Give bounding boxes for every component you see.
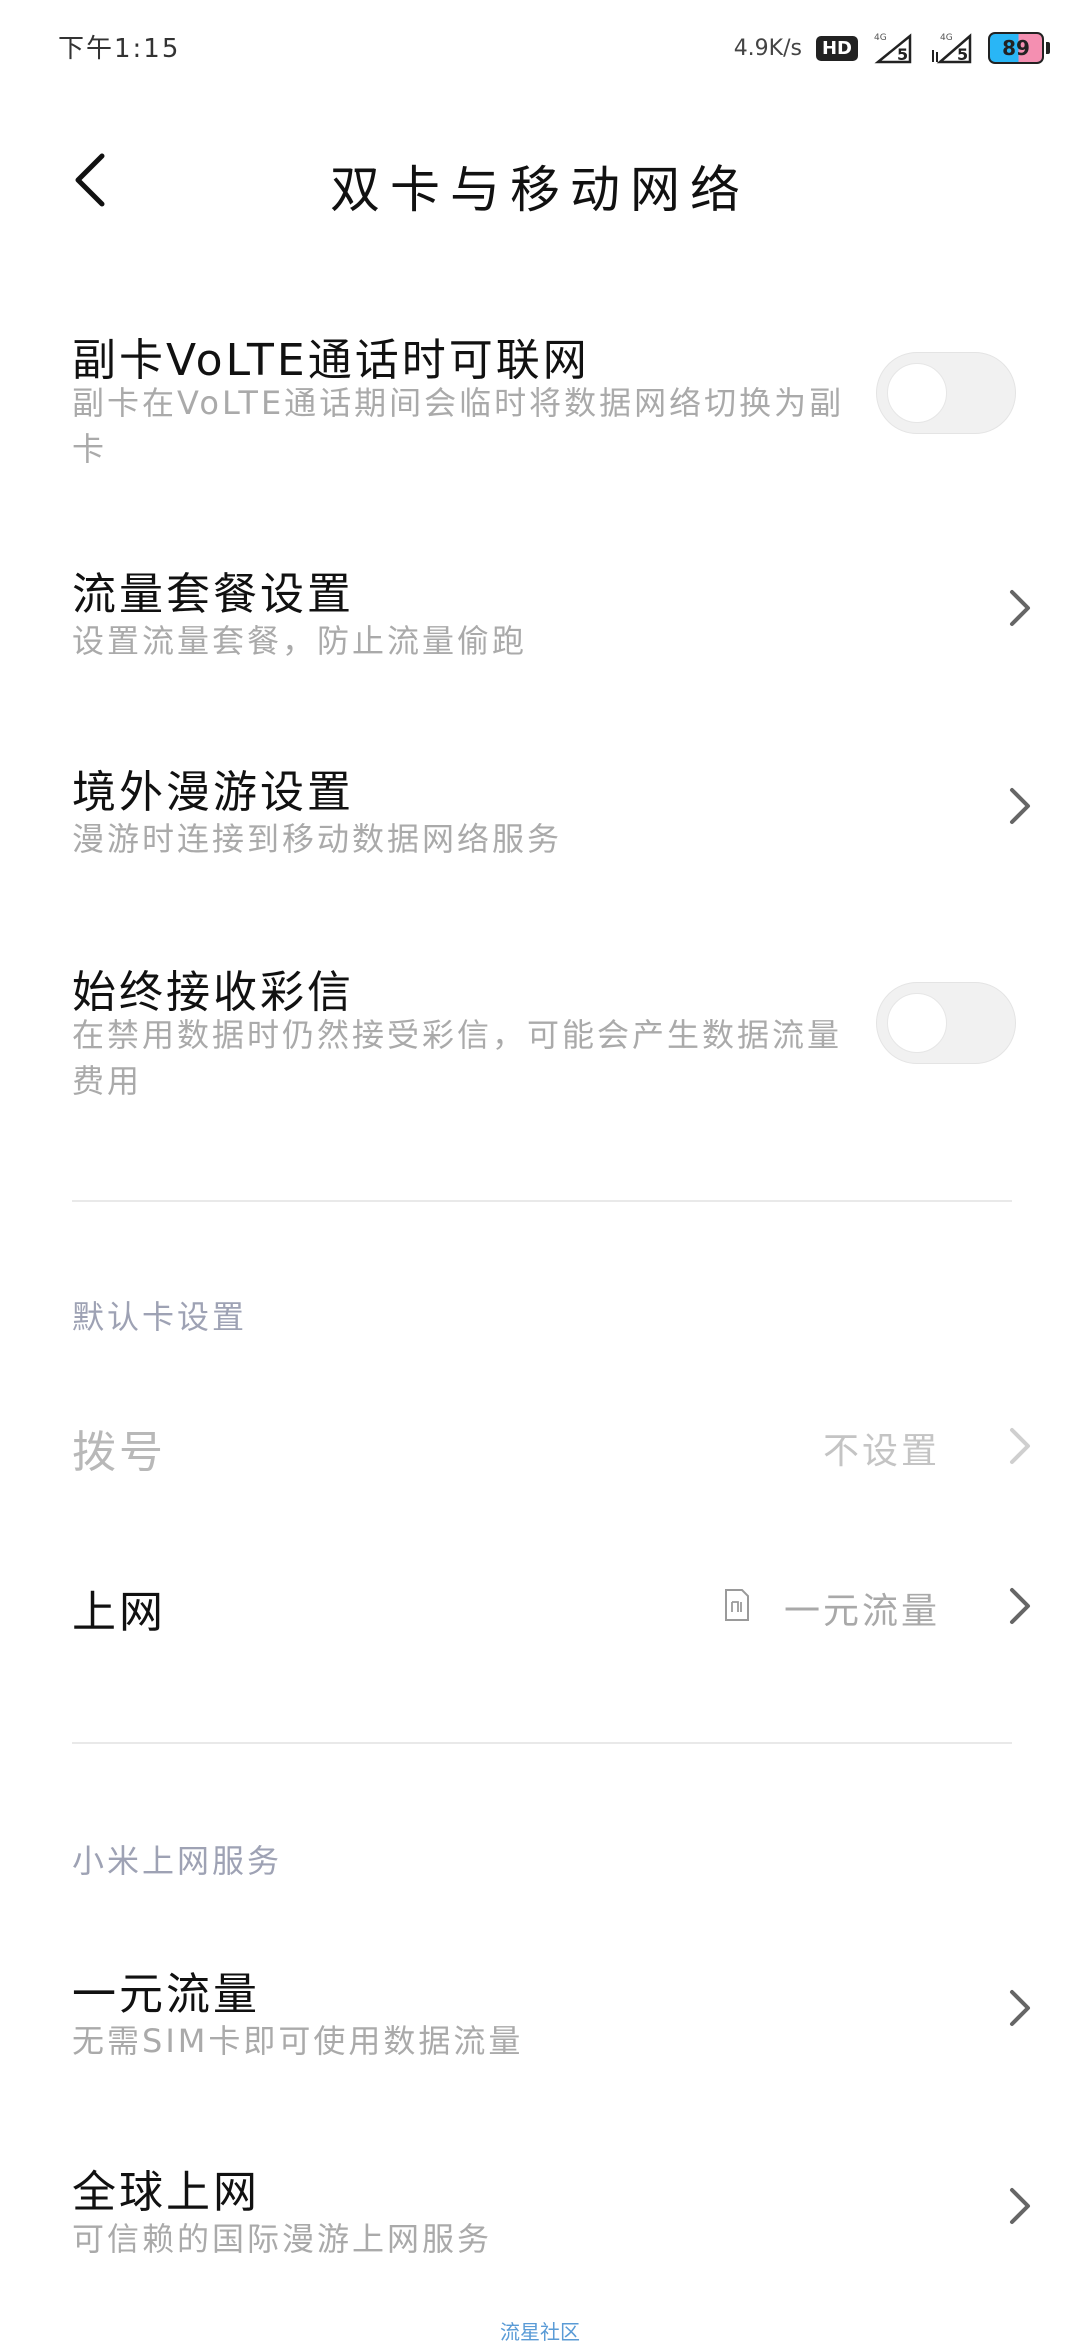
section-header-default-card: 默认卡设置 (72, 1298, 248, 1336)
watermark: 流星社区 (500, 2320, 580, 2344)
setting-dial-label: 拨号 (72, 1427, 166, 1478)
setting-internet-label: 上网 (72, 1587, 166, 1638)
chevron-right-icon (1000, 778, 1040, 834)
setting-roaming-subtitle: 漫游时连接到移动数据网络服务 (72, 820, 563, 858)
setting-one-yuan-title: 一元流量 (72, 1969, 260, 2020)
setting-mms-title: 始终接收彩信 (72, 967, 354, 1018)
setting-internet-value: 一元流量 (783, 1591, 940, 1632)
setting-roaming-title: 境外漫游设置 (72, 767, 354, 818)
volte-data-toggle[interactable] (876, 352, 1016, 434)
setting-global-title: 全球上网 (72, 2167, 260, 2218)
setting-data-plan-subtitle: 设置流量套餐，防止流量偷跑 (72, 622, 528, 660)
status-time: 下午1:15 (58, 34, 181, 64)
setting-global-internet[interactable]: 全球上网 可信赖的国际漫游上网服务 (0, 2148, 1080, 2268)
section-header-xiaomi-service: 小米上网服务 (72, 1842, 283, 1880)
sim2-signal-level: 5 (957, 45, 968, 64)
chevron-right-icon (1000, 580, 1040, 636)
battery-icon: 89 (988, 32, 1044, 64)
chevron-right-icon (1000, 2178, 1040, 2234)
sim1-signal-icon: 4G 5 (872, 30, 916, 66)
setting-data-plan[interactable]: 流量套餐设置 设置流量套餐，防止流量偷跑 (0, 550, 1080, 670)
setting-internet-card[interactable]: 上网 一元流量 (0, 1560, 1080, 1650)
status-bar: 下午1:15 4.9K/s HD 4G 5 4G 5 89 (0, 0, 1080, 96)
setting-volte-data-subtitle: 副卡在VoLTE通话期间会临时将数据网络切换为副卡 (72, 384, 845, 468)
chevron-right-icon (1000, 1980, 1040, 2036)
sim2-signal-icon: 4G 5 (930, 30, 974, 66)
setting-mms[interactable]: 始终接收彩信 在禁用数据时仍然接受彩信，可能会产生数据流量费用 (0, 942, 1080, 1112)
network-speed: 4.9K/s (733, 35, 802, 61)
chevron-right-icon (1000, 1578, 1040, 1634)
setting-mms-subtitle: 在禁用数据时仍然接受彩信，可能会产生数据流量费用 (72, 1016, 843, 1100)
page-header: 双卡与移动网络 (0, 120, 1080, 240)
page-title: 双卡与移动网络 (330, 161, 750, 219)
setting-one-yuan-subtitle: 无需SIM卡即可使用数据流量 (72, 2022, 524, 2060)
sim1-network-label: 4G (874, 33, 887, 43)
setting-dial-card[interactable]: 拨号 不设置 (0, 1400, 1080, 1490)
setting-dial-value: 不设置 (822, 1431, 940, 1472)
setting-volte-data-title: 副卡VoLTE通话时可联网 (72, 335, 590, 386)
sim1-signal-level: 5 (897, 45, 908, 64)
toggle-knob (887, 993, 947, 1053)
setting-data-plan-title: 流量套餐设置 (72, 569, 354, 620)
section-divider (72, 1742, 1012, 1744)
setting-global-subtitle: 可信赖的国际漫游上网服务 (72, 2220, 493, 2258)
section-divider (72, 1200, 1012, 1202)
toggle-knob (887, 363, 947, 423)
battery-level: 89 (1002, 36, 1030, 60)
status-icons: 4.9K/s HD 4G 5 4G 5 89 (734, 28, 1050, 68)
setting-roaming[interactable]: 境外漫游设置 漫游时连接到移动数据网络服务 (0, 748, 1080, 868)
sim2-network-label: 4G (940, 33, 953, 43)
battery-tip (1046, 42, 1050, 54)
mms-toggle[interactable] (876, 982, 1016, 1064)
setting-one-yuan-data[interactable]: 一元流量 无需SIM卡即可使用数据流量 (0, 1950, 1080, 2070)
hd-badge: HD (815, 35, 858, 61)
chevron-right-icon (1000, 1418, 1040, 1474)
setting-volte-data[interactable]: 副卡VoLTE通话时可联网 副卡在VoLTE通话期间会临时将数据网络切换为副卡 (0, 310, 1080, 480)
sim-card-icon (724, 1588, 750, 1622)
